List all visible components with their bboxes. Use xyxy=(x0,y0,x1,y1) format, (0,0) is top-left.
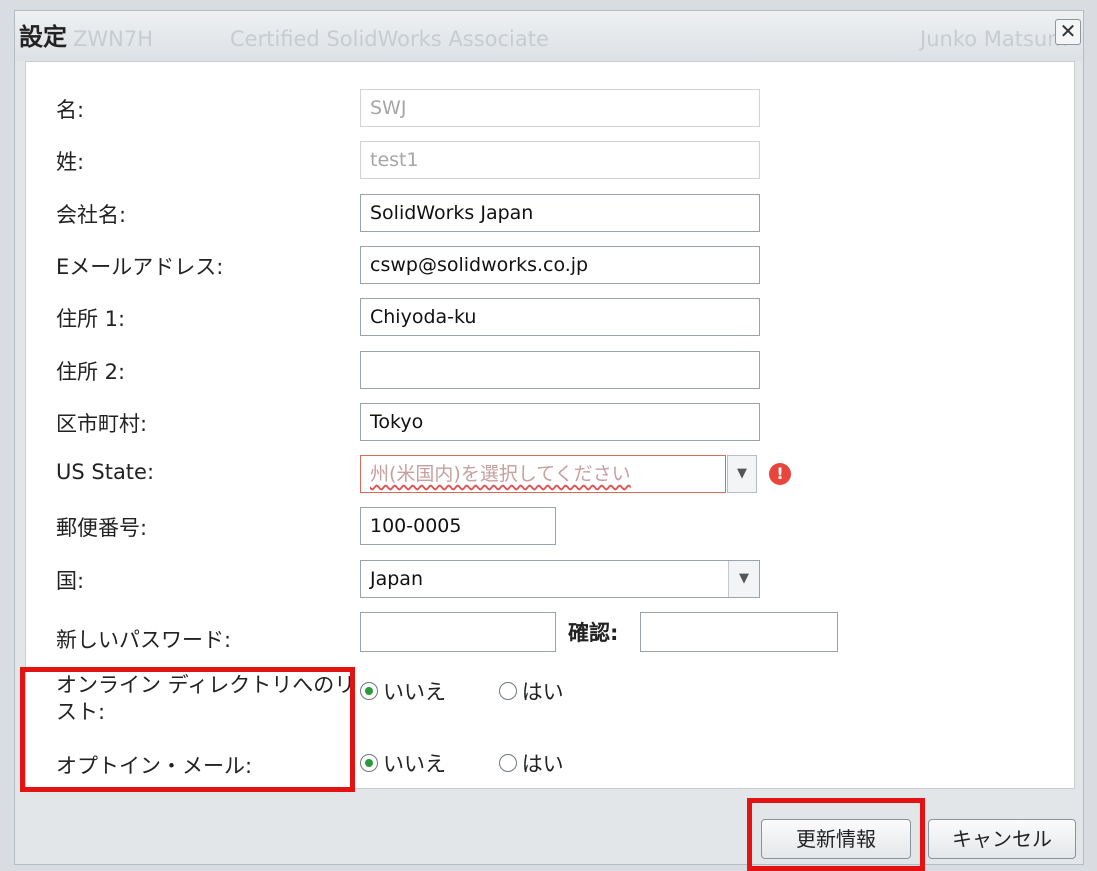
radio-checked-icon[interactable] xyxy=(360,754,378,772)
address2-label: 住所 2: xyxy=(56,360,126,384)
dialog-titlebar: 設定 ZWN7H Certified SolidWorks Associate … xyxy=(15,11,1083,61)
company-field[interactable]: SolidWorks Japan xyxy=(360,194,760,232)
new-password-label: 新しいパスワード: xyxy=(56,628,232,652)
first-name-label: 名: xyxy=(56,98,85,122)
highlight-box-update-button xyxy=(747,798,925,871)
background-text-user: Junko Matsum xyxy=(920,27,1068,51)
us-state-label: US State: xyxy=(56,460,155,484)
radio-icon[interactable] xyxy=(498,682,517,700)
radio-icon[interactable] xyxy=(498,754,517,772)
background-text-certification: Certified SolidWorks Associate xyxy=(230,27,549,51)
us-state-dropdown-button[interactable]: ▼ xyxy=(727,455,757,493)
highlight-box-radio-labels xyxy=(20,667,355,792)
chevron-down-icon[interactable]: ▼ xyxy=(728,561,759,597)
close-button[interactable]: ✕ xyxy=(1055,19,1081,45)
postal-label: 郵便番号: xyxy=(56,516,148,540)
cancel-button[interactable]: キャンセル xyxy=(928,819,1076,859)
optin-mail-no-option[interactable]: いいえ xyxy=(360,748,446,778)
online-directory-yes-option[interactable]: はい xyxy=(498,676,564,706)
dialog-title: 設定 xyxy=(19,23,67,51)
country-select[interactable]: Japan ▼ xyxy=(360,560,760,598)
online-directory-no-option[interactable]: いいえ xyxy=(360,676,446,706)
address1-label: 住所 1: xyxy=(56,307,126,331)
country-label: 国: xyxy=(56,569,85,593)
company-label: 会社名: xyxy=(56,203,127,227)
last-name-field: test1 xyxy=(360,141,760,179)
close-icon: ✕ xyxy=(1059,19,1077,43)
email-field[interactable]: cswp@solidworks.co.jp xyxy=(360,246,760,284)
address2-field[interactable] xyxy=(360,351,760,389)
city-label: 区市町村: xyxy=(56,412,148,436)
chevron-down-icon: ▼ xyxy=(737,466,747,481)
error-icon: ! xyxy=(769,463,791,485)
online-directory-radio-group: いいえ はい xyxy=(360,676,610,706)
country-value: Japan xyxy=(370,568,423,590)
confirm-password-field[interactable] xyxy=(640,612,838,652)
confirm-label: 確認: xyxy=(568,621,619,645)
city-field[interactable]: Tokyo xyxy=(360,403,760,441)
optin-mail-radio-group: いいえ はい xyxy=(360,748,610,778)
first-name-field: SWJ xyxy=(360,89,760,127)
new-password-field[interactable] xyxy=(360,612,556,652)
last-name-label: 姓: xyxy=(56,150,85,174)
radio-checked-icon[interactable] xyxy=(360,682,378,700)
background-text-id: ZWN7H xyxy=(73,27,154,51)
email-label: Eメールアドレス: xyxy=(56,255,224,279)
optin-mail-yes-option[interactable]: はい xyxy=(498,748,564,778)
address1-field[interactable]: Chiyoda-ku xyxy=(360,298,760,336)
postal-field[interactable]: 100-0005 xyxy=(360,507,556,545)
us-state-select[interactable]: 州(米国内)を選択してください xyxy=(360,455,726,493)
